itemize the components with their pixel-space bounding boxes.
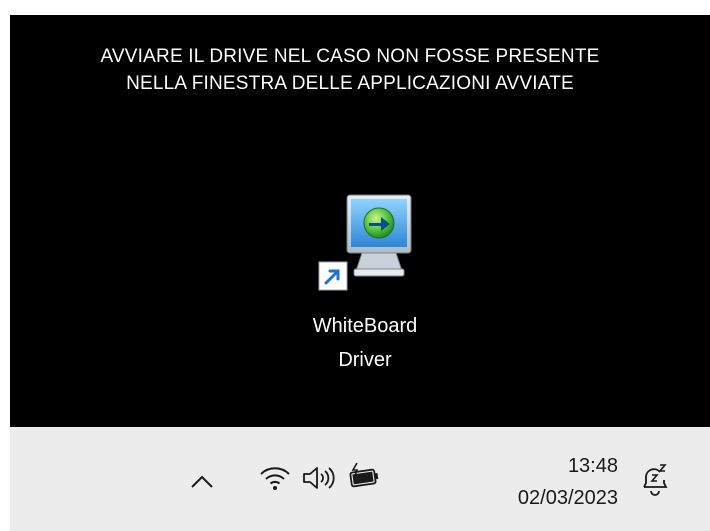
shortcut-label: WhiteBoard Driver (285, 309, 445, 377)
battery-charging-icon[interactable] (346, 459, 384, 495)
whiteboard-driver-shortcut[interactable]: WhiteBoard Driver (285, 193, 445, 377)
notification-sleep-icon[interactable] (638, 461, 672, 497)
wifi-icon[interactable] (258, 461, 292, 495)
taskbar-clock[interactable]: 13:48 02/03/2023 (518, 450, 618, 514)
taskbar: 13:48 02/03/2023 (10, 427, 710, 531)
instruction-banner: AVVIARE IL DRIVE NEL CASO NON FOSSE PRES… (10, 43, 690, 97)
shortcut-label-line-1: WhiteBoard (312, 315, 418, 337)
monitor-arrow-icon[interactable] (310, 193, 420, 293)
desktop-background: AVVIARE IL DRIVE NEL CASO NON FOSSE PRES… (10, 15, 710, 427)
clock-time: 13:48 (567, 455, 618, 477)
speaker-icon[interactable] (300, 461, 336, 495)
shortcut-label-line-2: Driver (338, 349, 392, 371)
clock-date: 02/03/2023 (517, 487, 618, 509)
banner-line-2: NELLA FINESTRA DELLE APPLICAZIONI AVVIAT… (126, 73, 574, 94)
chevron-up-icon[interactable] (186, 465, 218, 497)
banner-line-1: AVVIARE IL DRIVE NEL CASO NON FOSSE PRES… (100, 46, 600, 67)
shortcut-arrow-icon (318, 261, 348, 291)
